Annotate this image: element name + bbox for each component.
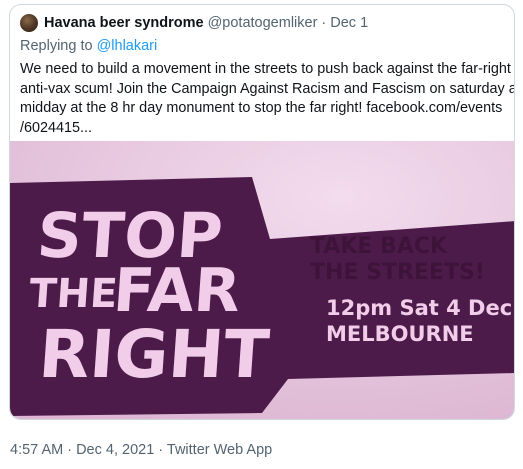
author-name[interactable]: Havana beer syndrome	[44, 15, 204, 31]
tweet-card: Havana beer syndrome @potatogemliker · D…	[9, 4, 515, 420]
poster-tagline-1: TAKE BACK	[310, 234, 448, 259]
tweet-text-line: midday at the 8 hr day monument to stop …	[20, 100, 503, 116]
author-handle[interactable]: @potatogemliker	[208, 15, 318, 31]
replying-to: Replying to @lhlakari	[20, 38, 157, 54]
poster-event-city: MELBOURNE	[326, 322, 474, 346]
tweet-text-line: anti-vax scum! Join the Campaign Against…	[20, 80, 515, 97]
stop-far-right-poster: STOP THE FAR RIGHT TAKE BACK THE STREETS…	[10, 141, 514, 419]
reply-prefix: Replying to	[20, 38, 93, 54]
poster-word-the: THE	[28, 271, 119, 317]
tweet-header: Havana beer syndrome @potatogemliker · D…	[20, 13, 368, 33]
tweet-text-line: We need to build a movement in the stree…	[20, 61, 511, 77]
poster-event-time: 12pm Sat 4 Dec	[326, 296, 512, 320]
author-avatar[interactable]	[20, 14, 38, 32]
tweet-text-line: /6024415...	[20, 119, 93, 136]
poster-tagline-2: THE STREETS!	[310, 260, 485, 285]
header-separator: ·	[321, 15, 327, 31]
tweet-media-image[interactable]: STOP THE FAR RIGHT TAKE BACK THE STREETS…	[10, 141, 514, 419]
tweet-meta[interactable]: 4:57 AM · Dec 4, 2021 · Twitter Web App	[10, 442, 272, 458]
tweet-date[interactable]: Dec 1	[330, 15, 368, 31]
poster-word-right: RIGHT	[36, 316, 271, 393]
tweet-text: We need to build a movement in the stree…	[20, 60, 515, 138]
reply-handle-link[interactable]: @lhlakari	[97, 38, 158, 54]
